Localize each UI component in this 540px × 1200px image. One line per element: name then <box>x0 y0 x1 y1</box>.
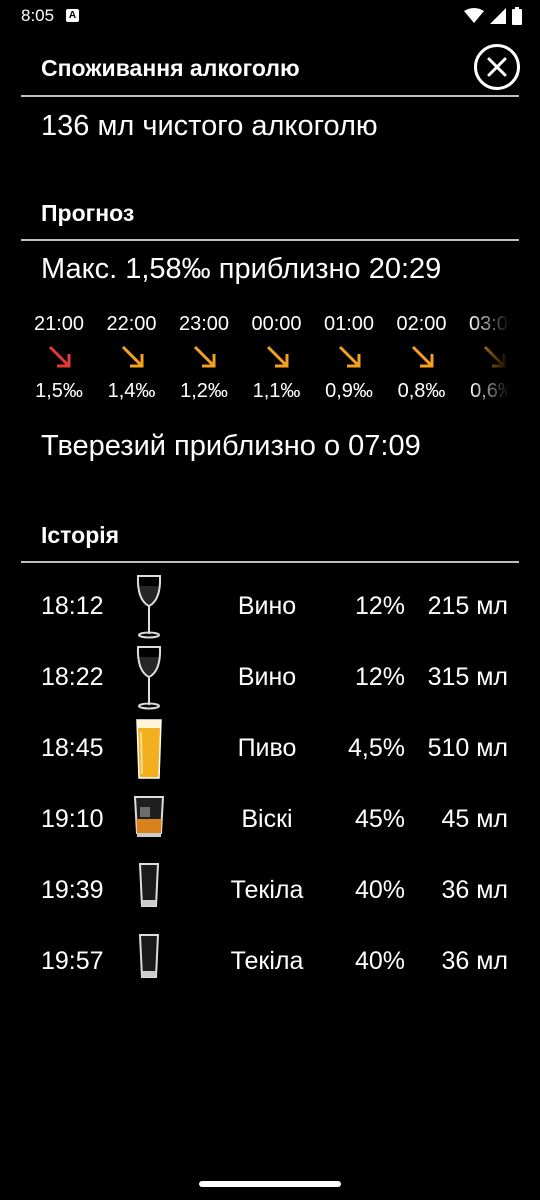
drink-abv: 4,5% <box>348 734 405 762</box>
history-row[interactable]: 18:12 Вино 12% 215 мл <box>0 572 540 642</box>
drink-name: Текіла <box>230 876 304 904</box>
wine-glass-icon <box>129 572 169 642</box>
history-row[interactable]: 18:45 Пиво 4,5% 510 мл <box>0 714 540 784</box>
drink-abv: 40% <box>354 947 405 975</box>
drink-volume: 215 мл <box>427 592 508 620</box>
drink-volume: 36 мл <box>441 876 508 904</box>
forecast-item: 01:00 0,9‰ <box>309 310 389 410</box>
forecast-item: 23:00 1,2‰ <box>164 310 244 410</box>
a-badge-icon: A <box>66 9 79 22</box>
history-title: Історія <box>41 522 120 548</box>
drink-volume: 45 мл <box>441 805 508 833</box>
history-time: 19:57 <box>41 947 104 975</box>
history-time: 19:39 <box>41 876 104 904</box>
drink-name: Пиво <box>237 734 297 762</box>
trend-down-arrow-icon <box>411 345 433 368</box>
drink-volume: 510 мл <box>427 734 508 762</box>
forecast-time: 02:00 <box>396 313 447 335</box>
history-divider <box>21 561 519 563</box>
drink-abv: 12% <box>354 592 405 620</box>
whisky-glass-icon <box>129 785 169 855</box>
status-bar: 8:05 A <box>0 0 540 34</box>
status-time: 8:05 <box>21 6 55 25</box>
trend-down-arrow-icon <box>338 345 361 368</box>
forecast-bac-value: 1,2‰ <box>180 380 228 402</box>
shot-glass-icon <box>129 927 169 997</box>
history-row[interactable]: 19:57 Текіла 40% 36 мл <box>0 927 540 997</box>
close-icon <box>487 57 507 77</box>
trend-down-arrow-icon <box>121 345 143 368</box>
signal-icon <box>490 8 506 24</box>
forecast-timeline[interactable]: 21:00 1,5‰ 22:00 1,4‰ 23:00 1,2‰ 00:00 1,1‰ 01:0… <box>21 310 510 410</box>
drink-abv: 40% <box>354 876 405 904</box>
forecast-bac-value: 1,4‰ <box>107 380 156 402</box>
page-title: Споживання алкоголю <box>41 55 300 81</box>
forecast-item: 02:00 0,8‰ <box>382 310 462 410</box>
header-divider <box>21 95 519 97</box>
close-button[interactable] <box>474 44 520 90</box>
pure-alcohol-summary: 136 мл чистого алкоголю <box>41 110 378 142</box>
forecast-time: 01:00 <box>323 313 375 335</box>
history-time: 18:22 <box>41 663 104 691</box>
forecast-title: Прогноз <box>41 200 135 226</box>
forecast-item: 22:00 1,4‰ <box>92 310 172 410</box>
forecast-bac-value: 1,1‰ <box>252 380 301 402</box>
status-icons <box>464 6 522 26</box>
forecast-time: 23:00 <box>178 313 230 335</box>
scroll-fade <box>470 310 510 410</box>
forecast-bac-value: 0,8‰ <box>397 380 446 402</box>
drink-name: Текіла <box>230 947 304 975</box>
drink-abv: 12% <box>354 663 405 691</box>
trend-down-arrow-icon <box>48 345 71 368</box>
drink-name: Вино <box>237 663 297 691</box>
forecast-time: 21:00 <box>33 313 85 335</box>
drink-volume: 36 мл <box>441 947 508 975</box>
trend-down-arrow-icon <box>193 345 216 368</box>
forecast-divider <box>21 239 519 241</box>
forecast-bac-value: 0,9‰ <box>325 380 373 402</box>
forecast-bac-value: 1,5‰ <box>35 380 83 402</box>
forecast-time: 00:00 <box>251 313 302 335</box>
sober-time-line: Тверезий приблизно о 07:09 <box>41 430 421 462</box>
drink-name: Вино <box>237 592 297 620</box>
battery-icon <box>512 7 522 25</box>
max-bac-line: Макс. 1,58‰ приблизно 20:29 <box>41 253 442 285</box>
history-time: 18:45 <box>41 734 104 762</box>
history-time: 18:12 <box>41 592 104 620</box>
beer-glass-icon <box>129 714 169 784</box>
history-row[interactable]: 18:22 Вино 12% 315 мл <box>0 643 540 713</box>
history-time: 19:10 <box>41 805 104 833</box>
wine-glass-icon <box>129 643 169 713</box>
gesture-nav-handle[interactable] <box>199 1181 341 1187</box>
forecast-time: 22:00 <box>106 313 157 335</box>
history-row[interactable]: 19:39 Текіла 40% 36 мл <box>0 856 540 926</box>
forecast-item: 21:00 1,5‰ <box>21 310 99 410</box>
drink-abv: 45% <box>354 805 405 833</box>
forecast-item: 00:00 1,1‰ <box>237 310 317 410</box>
history-row[interactable]: 19:10 Віскі 45% 45 мл <box>0 785 540 855</box>
shot-glass-icon <box>129 856 169 926</box>
trend-down-arrow-icon <box>266 345 288 368</box>
alcohol-consumption-screen: 8:05 A Споживання алкоголю 136 мл чистог… <box>0 0 540 1200</box>
drink-volume: 315 мл <box>427 663 508 691</box>
wifi-icon <box>464 8 484 24</box>
drink-name: Віскі <box>241 805 293 833</box>
